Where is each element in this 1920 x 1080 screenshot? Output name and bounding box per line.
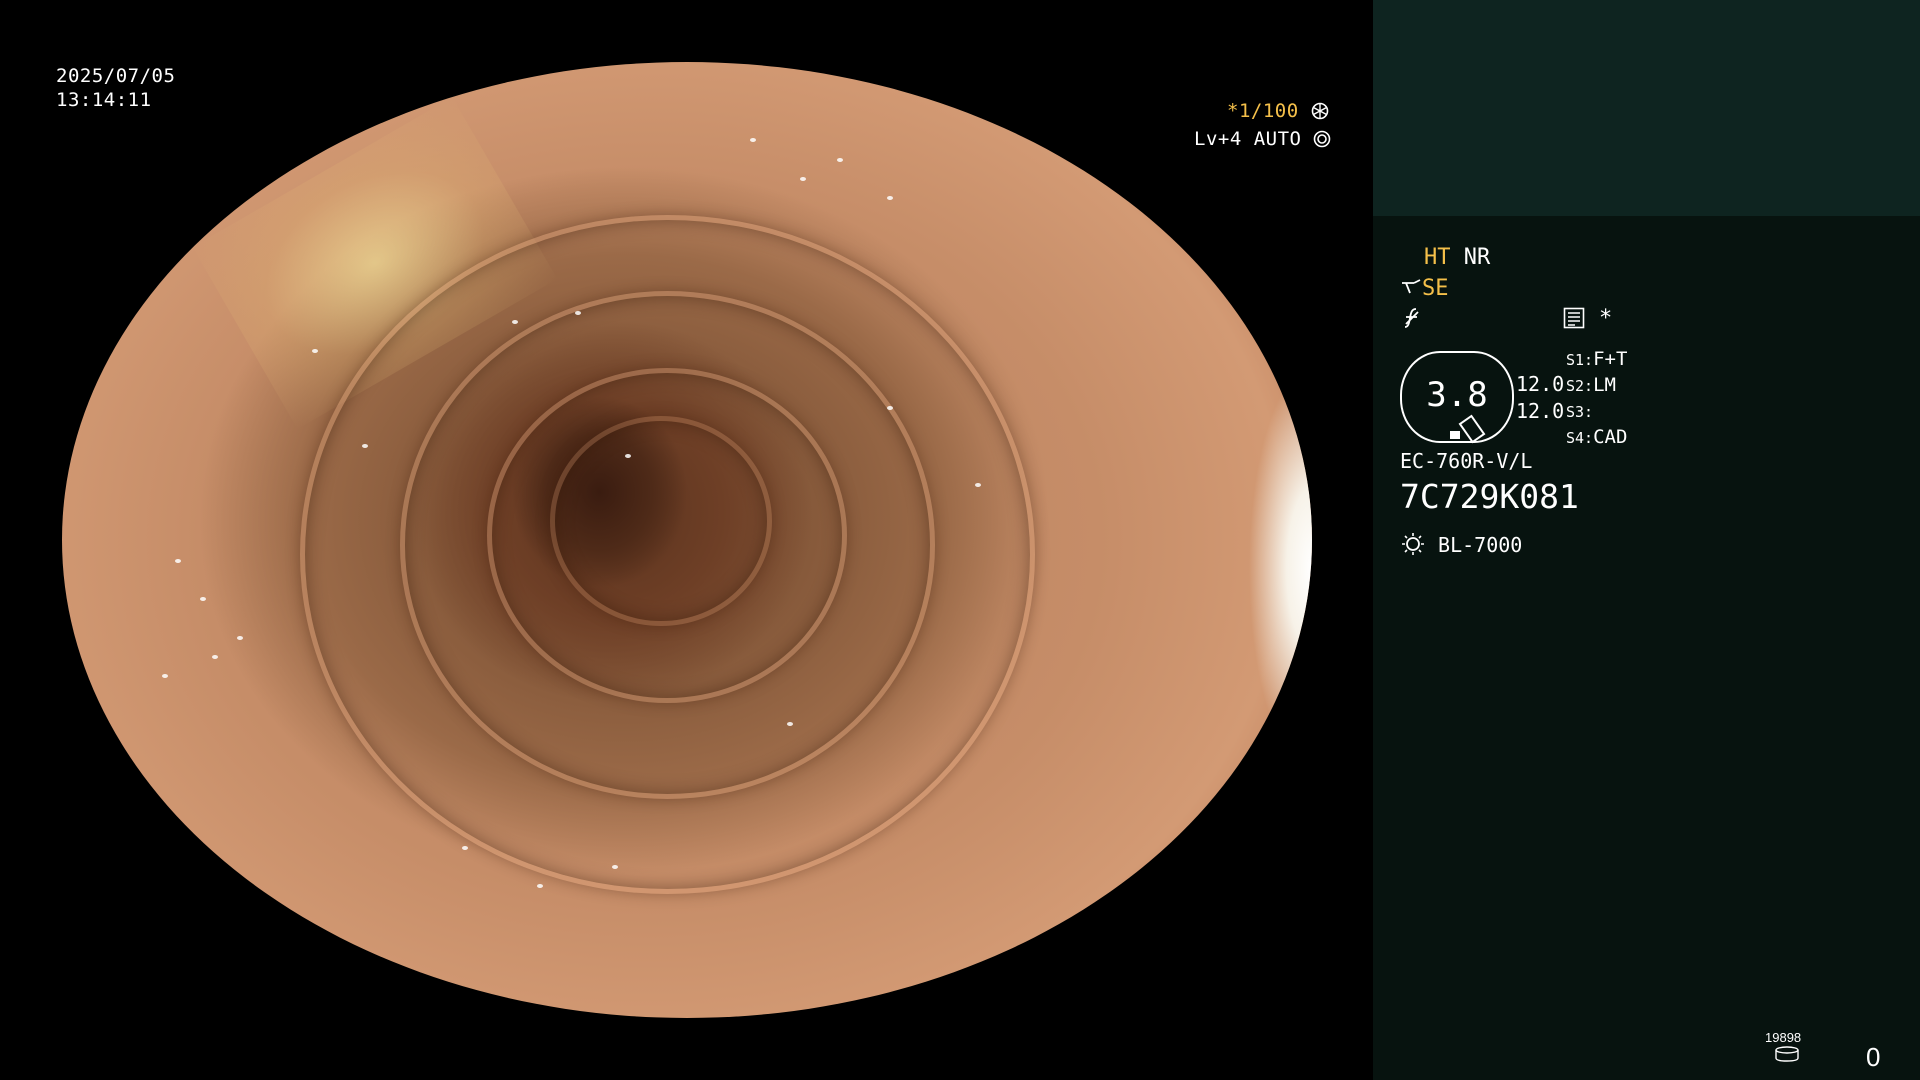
aperture-icon — [1311, 102, 1329, 125]
counter-value: 0 — [1866, 1042, 1881, 1072]
specular-speck — [212, 654, 218, 659]
specular-speck — [787, 721, 793, 726]
crossed-f-icon — [1402, 306, 1424, 334]
list-icon — [1563, 307, 1585, 333]
scope-model: EC-760R-V/L — [1400, 449, 1533, 473]
mode-row-1: HT NR — [1424, 245, 1490, 271]
target-icon — [1313, 130, 1331, 153]
value-2: 12.0 — [1516, 399, 1565, 423]
endoscopic-image — [62, 62, 1312, 1018]
exam-time: 13:14:11 — [56, 89, 152, 111]
switch-s3: S3: — [1566, 403, 1594, 421]
specular-speck — [749, 138, 756, 143]
specular-speck — [199, 597, 206, 602]
shutter-speed: *1/100 — [1227, 100, 1329, 125]
switch-settings: S1:F+T S2:LM S3: S4:CAD — [1566, 347, 1627, 451]
specular-speck — [624, 453, 631, 458]
mode-ht: HT — [1424, 245, 1451, 270]
info-panel — [1373, 216, 1920, 1080]
endoscope-view: 2025/07/05 13:14:11 *1/100 Lv+4 AUTO — [0, 0, 1372, 1080]
gauge-marker — [1450, 431, 1460, 439]
mode-nr: NR — [1463, 245, 1491, 270]
specular-speck — [574, 310, 581, 315]
light-reflection — [1222, 387, 1312, 751]
frame-mask-bottom — [0, 1018, 1372, 1080]
counter-small: 19898 — [1765, 1030, 1802, 1045]
specular-speck — [887, 195, 893, 200]
frame-mask-top — [0, 0, 1372, 62]
memo-asterisk: * — [1599, 306, 1613, 331]
sun-icon — [1400, 532, 1426, 562]
mode-row-2: SE — [1400, 276, 1449, 304]
zoom-gauge: 3.8 — [1400, 351, 1514, 444]
panel-header-area — [1373, 0, 1920, 216]
specular-speck — [537, 884, 543, 889]
gauge-needle — [1458, 414, 1486, 444]
exam-date: 2025/07/05 — [56, 65, 176, 87]
specular-speck — [799, 176, 806, 181]
brightness-level: Lv+4 AUTO — [1194, 128, 1331, 153]
switch-s1: S1:F+T — [1566, 348, 1628, 370]
scope-icon — [1400, 277, 1422, 304]
storage-icon — [1774, 1046, 1800, 1066]
value-1: 12.0 — [1516, 372, 1565, 396]
specular-speck — [312, 348, 318, 353]
specular-speck — [174, 559, 181, 564]
switch-s2: S2:LM — [1566, 374, 1616, 396]
gauge-value: 3.8 — [1426, 375, 1488, 415]
scope-serial: 7C729K081 — [1400, 477, 1579, 516]
light-source-model: BL-7000 — [1438, 533, 1523, 557]
specular-speck — [837, 157, 843, 162]
specular-speck — [612, 865, 618, 870]
brightness-level-value: Lv+4 AUTO — [1194, 128, 1302, 150]
shutter-speed-value: *1/100 — [1227, 100, 1299, 122]
specular-speck — [162, 673, 168, 678]
mucosal-fold — [549, 415, 772, 627]
specular-speck — [974, 482, 981, 487]
switch-s4: S4:CAD — [1566, 426, 1628, 448]
light-source: BL-7000 — [1400, 532, 1522, 562]
specular-speck — [237, 635, 243, 640]
mode-se: SE — [1422, 276, 1449, 301]
specular-speck — [462, 845, 468, 850]
